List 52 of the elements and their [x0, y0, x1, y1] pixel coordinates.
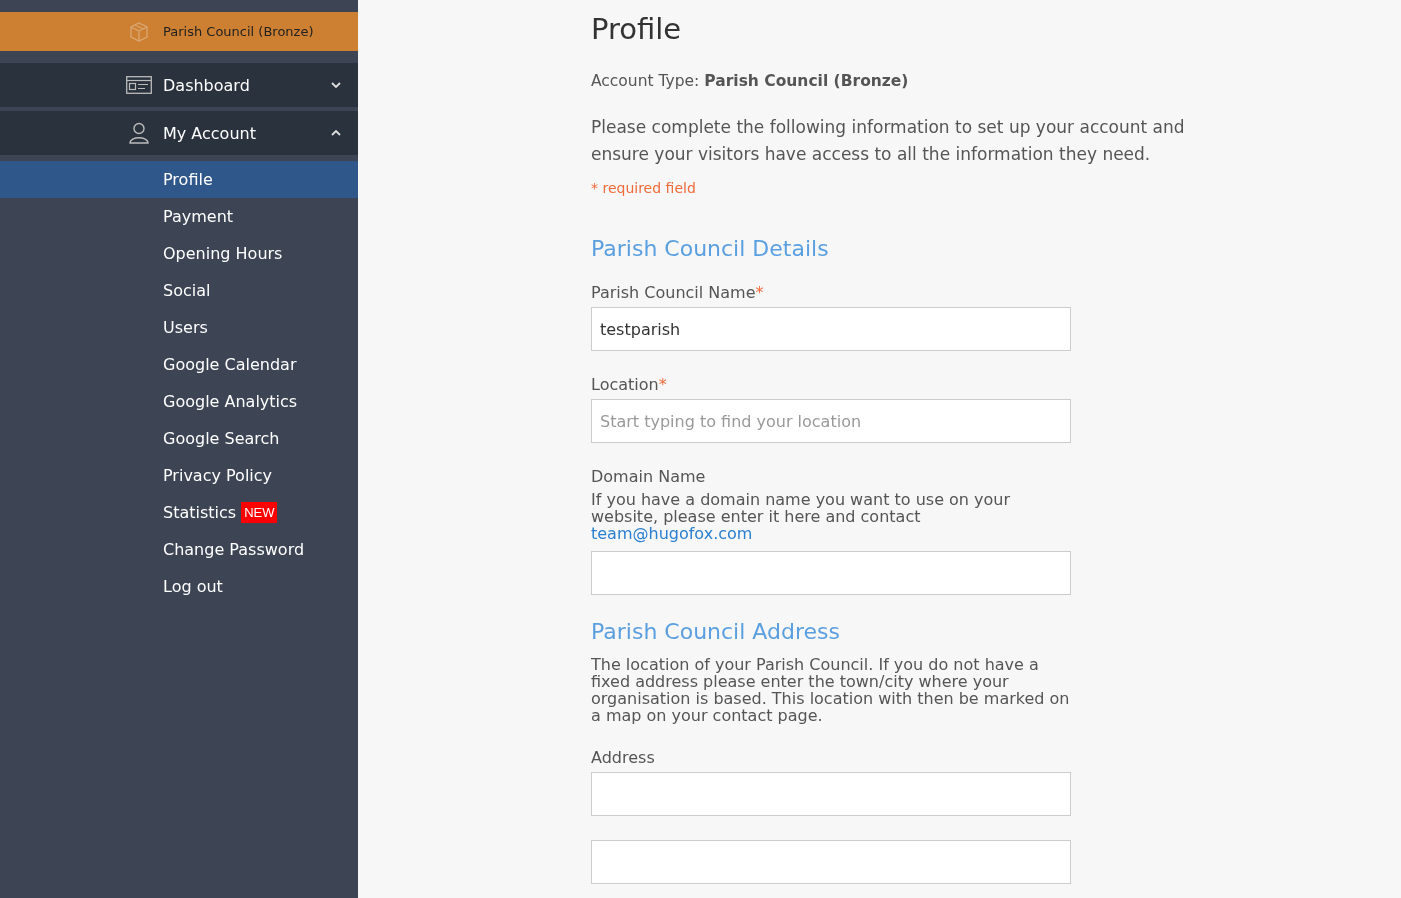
page-title: Profile [591, 12, 683, 46]
menu-item[interactable]: Statistics NEW [0, 494, 358, 531]
nav-label: My Account [163, 123, 257, 143]
menu-item[interactable]: Log out [0, 568, 358, 605]
field-label: Domain Name [591, 467, 707, 486]
menu-item[interactable]: Google Analytics [0, 383, 358, 420]
account-banner[interactable]: Parish Council (Bronze) [0, 12, 358, 51]
text-field[interactable] [591, 840, 1071, 884]
field-label: Location* [591, 375, 668, 394]
text-field[interactable]: testparish [591, 307, 1071, 351]
box-icon [128, 20, 150, 43]
menu-item[interactable]: Change Password [0, 531, 358, 568]
menu-item[interactable]: Users [0, 309, 358, 346]
menu-item[interactable]: Google Search [0, 420, 358, 457]
text-field[interactable] [591, 772, 1071, 816]
nav-label: Dashboard [163, 75, 251, 95]
field-label: Address [591, 748, 656, 767]
help-text: If you have a domain name you want to use on your website, please enter it here and contact team@hugofox.com [591, 491, 1012, 542]
text-field[interactable] [591, 551, 1071, 595]
help-text: The location of your Parish Council. If you do not have a fixed address please enter the town/city where your organisation is based. This location with then be marked on a map on your contact page. [591, 656, 1071, 724]
user-icon [126, 122, 152, 144]
text-field[interactable]: Start typing to find your location [591, 399, 1071, 443]
menu-item[interactable]: Privacy Policy [0, 457, 358, 494]
menu-label: Opening Hours [163, 244, 283, 263]
required-note: * required field [591, 180, 697, 196]
menu-item[interactable]: Opening Hours [0, 235, 358, 272]
menu-label: Payment [163, 207, 234, 226]
menu-label: Change Password [163, 540, 305, 559]
section-heading: Parish Council Address [591, 619, 841, 644]
menu-label: Google Analytics [163, 392, 298, 411]
nav-item[interactable]: My Account [0, 111, 358, 155]
new-badge: NEW [241, 502, 278, 523]
menu-item[interactable]: Payment [0, 198, 358, 235]
menu-item[interactable]: Social [0, 272, 358, 309]
section-heading: Parish Council Details [591, 236, 830, 261]
menu-label: Profile [163, 170, 213, 189]
account-type: Account Type: Parish Council (Bronze) [591, 72, 910, 90]
menu-item[interactable]: Profile [0, 161, 358, 198]
account-label: Parish Council (Bronze) [163, 24, 314, 39]
menu-label: Statistics [163, 503, 237, 522]
menu-label: Log out [163, 577, 223, 596]
menu-label: Social [163, 281, 211, 300]
menu-label: Privacy Policy [163, 466, 273, 485]
menu-item[interactable]: Google Calendar [0, 346, 358, 383]
intro-text: Please complete the following information to set up your account and ensure your visitors have access to all the information they need. [591, 116, 1186, 166]
menu-label: Users [163, 318, 208, 337]
menu-label: Google Calendar [163, 355, 297, 374]
menu-label: Google Search [163, 429, 280, 448]
browser-window-icon [126, 76, 152, 94]
nav-item[interactable]: Dashboard [0, 63, 358, 107]
email-link[interactable]: team@hugofox.com [591, 524, 753, 543]
field-label: Parish Council Name* [591, 283, 765, 302]
